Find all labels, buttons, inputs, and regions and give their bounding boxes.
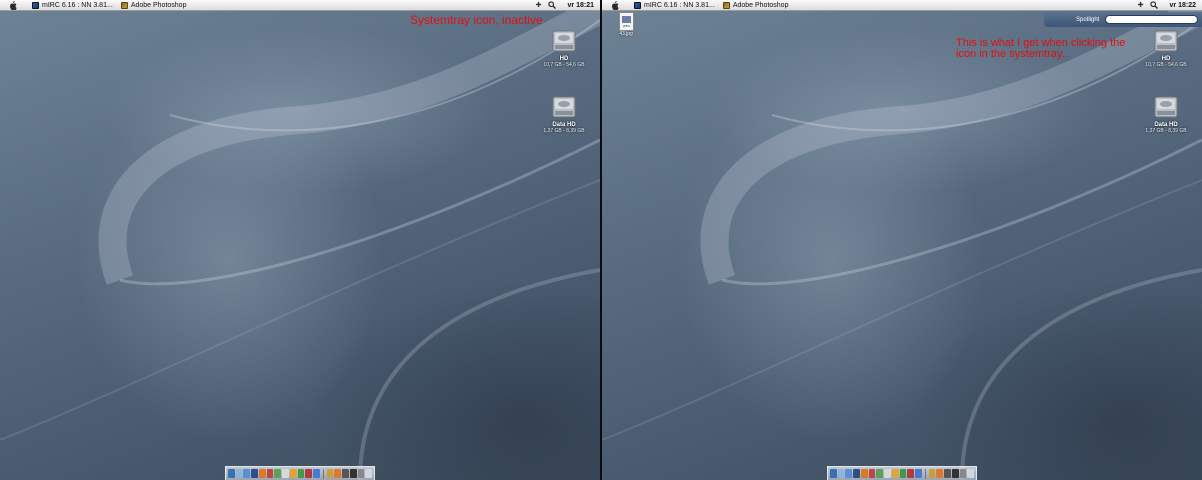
dashboard-icon[interactable] bbox=[853, 469, 860, 478]
app-icon[interactable] bbox=[959, 469, 967, 478]
app-icon[interactable] bbox=[891, 469, 899, 478]
spotlight-search-input[interactable] bbox=[1105, 15, 1198, 24]
wallpaper-swoosh bbox=[0, 0, 600, 480]
disk-info: 10,7 GB - 54,6 GB bbox=[543, 62, 585, 68]
hard-drive-icon bbox=[551, 94, 577, 120]
svg-text:JPEG: JPEG bbox=[622, 24, 631, 28]
app-icon[interactable] bbox=[312, 469, 320, 478]
menubar-app-photoshop[interactable]: Adobe Photoshop bbox=[120, 1, 187, 9]
mirc-icon bbox=[634, 1, 641, 9]
finder-icon[interactable] bbox=[228, 469, 235, 478]
spotlight-panel: Spotlight bbox=[1044, 12, 1202, 27]
desktop-file-jpg[interactable]: JPEG 43.jpg bbox=[614, 12, 638, 37]
disk-icon-data-hd[interactable]: Data HD 1,37 GB - 8,39 GB bbox=[1136, 94, 1196, 134]
safari-icon[interactable] bbox=[243, 469, 251, 478]
menubar-app-label: Adobe Photoshop bbox=[732, 1, 789, 9]
apple-menu-icon[interactable] bbox=[8, 0, 18, 10]
app-icon[interactable] bbox=[305, 469, 312, 478]
disk-icon-data-hd[interactable]: Data HD 1,37 GB - 8,39 GB bbox=[534, 94, 594, 134]
app-icon[interactable] bbox=[928, 469, 936, 478]
annotation-text: This is what I get when clicking the ico… bbox=[956, 37, 1126, 60]
menubar-clock[interactable]: vr 18:21 bbox=[568, 2, 594, 9]
menubar-clock[interactable]: vr 18:22 bbox=[1170, 2, 1196, 9]
app-icon[interactable] bbox=[282, 469, 289, 478]
menubar-app-mirc[interactable]: mIRC 6.16 : NN 3.81... bbox=[32, 1, 113, 9]
menu-bar: mIRC 6.16 : NN 3.81... Adobe Photoshop ✚… bbox=[0, 0, 600, 11]
mirc-icon bbox=[32, 1, 39, 9]
app-icon[interactable] bbox=[334, 469, 342, 478]
app-icon[interactable] bbox=[326, 469, 334, 478]
photoshop-icon bbox=[722, 1, 730, 9]
hard-drive-icon bbox=[1153, 28, 1179, 54]
system-tray: ✚ vr 18:21 bbox=[536, 1, 594, 9]
annotation-text: Systemtray icon, inactive bbox=[410, 13, 543, 27]
dock bbox=[827, 466, 977, 480]
app-icon[interactable] bbox=[944, 469, 951, 478]
spotlight-search-icon[interactable] bbox=[1149, 1, 1158, 9]
disk-info: 1,37 GB - 8,39 GB bbox=[543, 128, 585, 134]
dashboard-icon[interactable] bbox=[251, 469, 258, 478]
spotlight-label: Spotlight bbox=[1076, 16, 1100, 23]
safari-icon[interactable] bbox=[845, 469, 853, 478]
app-icon[interactable] bbox=[266, 469, 274, 478]
terminal-icon[interactable] bbox=[349, 469, 357, 478]
firefox-icon[interactable] bbox=[860, 469, 868, 478]
systemtray-app-icon[interactable]: ✚ bbox=[1138, 1, 1144, 9]
system-tray: ✚ vr 18:22 bbox=[1138, 1, 1196, 9]
menubar-app-label: mIRC 6.16 : NN 3.81... bbox=[42, 1, 113, 9]
menubar-app-label: mIRC 6.16 : NN 3.81... bbox=[644, 1, 715, 9]
app-icon[interactable] bbox=[899, 469, 907, 478]
disk-icon-hd[interactable]: HD 10,7 GB - 54,6 GB bbox=[534, 28, 594, 68]
disk-info: 1,37 GB - 8,39 GB bbox=[1145, 128, 1187, 134]
menubar-app-label: Adobe Photoshop bbox=[130, 1, 187, 9]
dock bbox=[225, 466, 375, 480]
hard-drive-icon bbox=[1153, 94, 1179, 120]
mail-icon[interactable] bbox=[837, 469, 845, 478]
jpg-file-icon: JPEG bbox=[618, 12, 634, 31]
app-icon[interactable] bbox=[884, 469, 891, 478]
firefox-icon[interactable] bbox=[258, 469, 266, 478]
menubar-app-mirc[interactable]: mIRC 6.16 : NN 3.81... bbox=[634, 1, 715, 9]
dock-separator bbox=[924, 468, 926, 479]
app-icon[interactable] bbox=[297, 469, 305, 478]
menubar-app-photoshop[interactable]: Adobe Photoshop bbox=[722, 1, 789, 9]
app-icon[interactable] bbox=[289, 469, 297, 478]
app-icon[interactable] bbox=[357, 469, 365, 478]
terminal-icon[interactable] bbox=[951, 469, 959, 478]
menu-bar: mIRC 6.16 : NN 3.81... Adobe Photoshop ✚… bbox=[602, 0, 1202, 11]
trash-icon[interactable] bbox=[967, 469, 974, 478]
finder-icon[interactable] bbox=[830, 469, 837, 478]
itunes-icon[interactable] bbox=[876, 469, 884, 478]
itunes-icon[interactable] bbox=[274, 469, 282, 478]
spotlight-search-icon[interactable] bbox=[547, 1, 556, 9]
app-icon[interactable] bbox=[342, 469, 349, 478]
photoshop-icon bbox=[120, 1, 128, 9]
mail-icon[interactable] bbox=[235, 469, 243, 478]
app-icon[interactable] bbox=[907, 469, 914, 478]
systemtray-app-icon[interactable]: ✚ bbox=[536, 1, 542, 9]
app-icon[interactable] bbox=[914, 469, 922, 478]
trash-icon[interactable] bbox=[365, 469, 372, 478]
dock-separator bbox=[322, 468, 324, 479]
wallpaper-swoosh bbox=[602, 0, 1202, 480]
app-icon[interactable] bbox=[868, 469, 876, 478]
desktop-screen-right: mIRC 6.16 : NN 3.81... Adobe Photoshop ✚… bbox=[602, 0, 1202, 480]
hard-drive-icon bbox=[551, 28, 577, 54]
app-icon[interactable] bbox=[936, 469, 944, 478]
disk-info: 10,7 GB - 54,6 GB bbox=[1145, 62, 1187, 68]
desktop-screen-left: mIRC 6.16 : NN 3.81... Adobe Photoshop ✚… bbox=[0, 0, 600, 480]
apple-menu-icon[interactable] bbox=[610, 0, 620, 10]
